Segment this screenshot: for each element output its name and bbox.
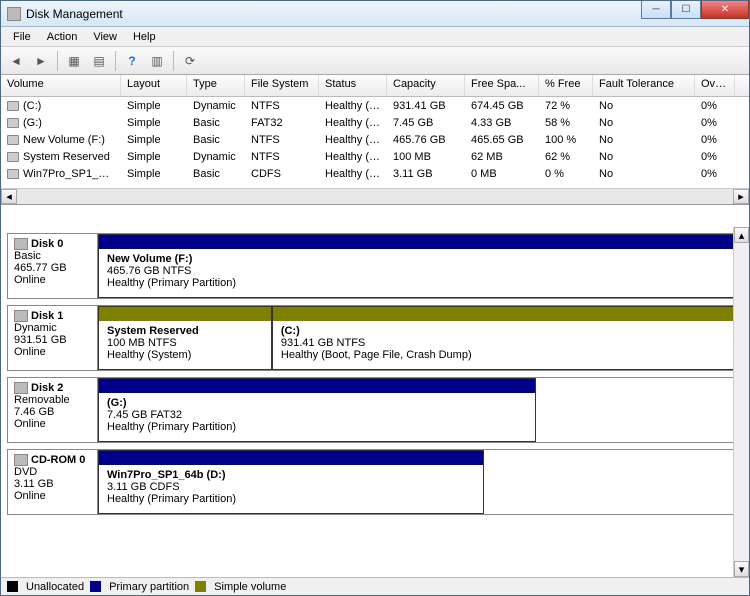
- vertical-scrollbar[interactable]: ▴ ▾: [733, 227, 749, 577]
- col-volume[interactable]: Volume: [1, 75, 121, 96]
- legend-swatch-primary: [90, 581, 101, 592]
- forward-button[interactable]: ►: [30, 50, 52, 72]
- partition-container: New Volume (F:)465.76 GB NTFSHealthy (Pr…: [98, 234, 742, 298]
- menu-help[interactable]: Help: [125, 29, 164, 45]
- partition-color-bar: [99, 307, 271, 321]
- legend-simple: Simple volume: [214, 581, 286, 593]
- window-title: Disk Management: [26, 7, 123, 21]
- toolbar-icon-3[interactable]: ▥: [146, 50, 168, 72]
- toolbar-icon-4[interactable]: ⟳: [179, 50, 201, 72]
- scroll-down-icon[interactable]: ▾: [734, 561, 749, 577]
- disk-info[interactable]: Disk 0Basic465.77 GBOnline: [8, 234, 98, 298]
- horizontal-scrollbar[interactable]: ◂ ▸: [1, 188, 749, 204]
- toolbar-icon-2[interactable]: ▤: [88, 50, 110, 72]
- partition-color-bar: [99, 379, 535, 393]
- partition[interactable]: (G:)7.45 GB FAT32Healthy (Primary Partit…: [98, 378, 536, 442]
- scroll-track[interactable]: [17, 189, 733, 204]
- toolbar-separator: [173, 51, 174, 71]
- disk-icon: [14, 382, 28, 394]
- partition-container: (G:)7.45 GB FAT32Healthy (Primary Partit…: [98, 378, 742, 442]
- partition-container: Win7Pro_SP1_64b (D:)3.11 GB CDFSHealthy …: [98, 450, 742, 514]
- legend-primary: Primary partition: [109, 581, 189, 593]
- disk-row: Disk 0Basic465.77 GBOnlineNew Volume (F:…: [7, 233, 743, 299]
- close-button[interactable]: ✕: [701, 1, 749, 19]
- menu-view[interactable]: View: [85, 29, 125, 45]
- toolbar: ◄ ► ▦ ▤ ? ▥ ⟳: [1, 47, 749, 75]
- disk-info[interactable]: CD-ROM 0DVD3.11 GBOnline: [8, 450, 98, 514]
- table-row[interactable]: Win7Pro_SP1_64b ...SimpleBasicCDFSHealth…: [1, 165, 749, 182]
- help-icon[interactable]: ?: [121, 50, 143, 72]
- toolbar-icon-1[interactable]: ▦: [63, 50, 85, 72]
- disk-info[interactable]: Disk 1Dynamic931.51 GBOnline: [8, 306, 98, 370]
- table-row[interactable]: New Volume (F:)SimpleBasicNTFSHealthy (P…: [1, 131, 749, 148]
- legend-swatch-simple: [195, 581, 206, 592]
- drive-icon: [7, 169, 19, 179]
- disk-icon: [14, 454, 28, 466]
- col-fs[interactable]: File System: [245, 75, 319, 96]
- table-row[interactable]: (G:)SimpleBasicFAT32Healthy (P...7.45 GB…: [1, 114, 749, 131]
- legend-unallocated: Unallocated: [26, 581, 84, 593]
- disk-row: Disk 1Dynamic931.51 GBOnlineSystem Reser…: [7, 305, 743, 371]
- partition[interactable]: System Reserved100 MB NTFSHealthy (Syste…: [98, 306, 272, 370]
- menu-file[interactable]: File: [5, 29, 39, 45]
- disk-icon: [14, 238, 28, 250]
- disk-row: CD-ROM 0DVD3.11 GBOnlineWin7Pro_SP1_64b …: [7, 449, 743, 515]
- partition-color-bar: [99, 235, 741, 249]
- disk-layout-pane: Disk 0Basic465.77 GBOnlineNew Volume (F:…: [1, 227, 749, 577]
- table-row[interactable]: (C:)SimpleDynamicNTFSHealthy (B...931.41…: [1, 97, 749, 114]
- drive-icon: [7, 135, 19, 145]
- menu-bar: File Action View Help: [1, 27, 749, 47]
- col-layout[interactable]: Layout: [121, 75, 187, 96]
- app-icon: [7, 7, 21, 21]
- table-body: (C:)SimpleDynamicNTFSHealthy (B...931.41…: [1, 97, 749, 182]
- toolbar-separator: [115, 51, 116, 71]
- toolbar-separator: [57, 51, 58, 71]
- partition-container: System Reserved100 MB NTFSHealthy (Syste…: [98, 306, 742, 370]
- col-capacity[interactable]: Capacity: [387, 75, 465, 96]
- partition-color-bar: [273, 307, 741, 321]
- partition[interactable]: (C:)931.41 GB NTFSHealthy (Boot, Page Fi…: [272, 306, 742, 370]
- col-over[interactable]: Overh: [695, 75, 735, 96]
- table-row[interactable]: System ReservedSimpleDynamicNTFSHealthy …: [1, 148, 749, 165]
- legend: Unallocated Primary partition Simple vol…: [1, 577, 749, 595]
- partition[interactable]: Win7Pro_SP1_64b (D:)3.11 GB CDFSHealthy …: [98, 450, 484, 514]
- scroll-right-icon[interactable]: ▸: [733, 189, 749, 204]
- col-status[interactable]: Status: [319, 75, 387, 96]
- partition[interactable]: New Volume (F:)465.76 GB NTFSHealthy (Pr…: [98, 234, 742, 298]
- col-free[interactable]: Free Spa...: [465, 75, 539, 96]
- back-button[interactable]: ◄: [5, 50, 27, 72]
- drive-icon: [7, 152, 19, 162]
- table-header: Volume Layout Type File System Status Ca…: [1, 75, 749, 97]
- col-type[interactable]: Type: [187, 75, 245, 96]
- title-bar: Disk Management ─ ☐ ✕: [1, 1, 749, 27]
- col-fault[interactable]: Fault Tolerance: [593, 75, 695, 96]
- disk-row: Disk 2Removable7.46 GBOnline (G:)7.45 GB…: [7, 377, 743, 443]
- col-pct[interactable]: % Free: [539, 75, 593, 96]
- partition-color-bar: [99, 451, 483, 465]
- scroll-up-icon[interactable]: ▴: [734, 227, 749, 243]
- disk-icon: [14, 310, 28, 322]
- maximize-button[interactable]: ☐: [671, 1, 701, 19]
- legend-swatch-unallocated: [7, 581, 18, 592]
- scroll-left-icon[interactable]: ◂: [1, 189, 17, 204]
- minimize-button[interactable]: ─: [641, 1, 671, 19]
- drive-icon: [7, 118, 19, 128]
- volume-table: Volume Layout Type File System Status Ca…: [1, 75, 749, 205]
- menu-action[interactable]: Action: [39, 29, 86, 45]
- disk-info[interactable]: Disk 2Removable7.46 GBOnline: [8, 378, 98, 442]
- drive-icon: [7, 101, 19, 111]
